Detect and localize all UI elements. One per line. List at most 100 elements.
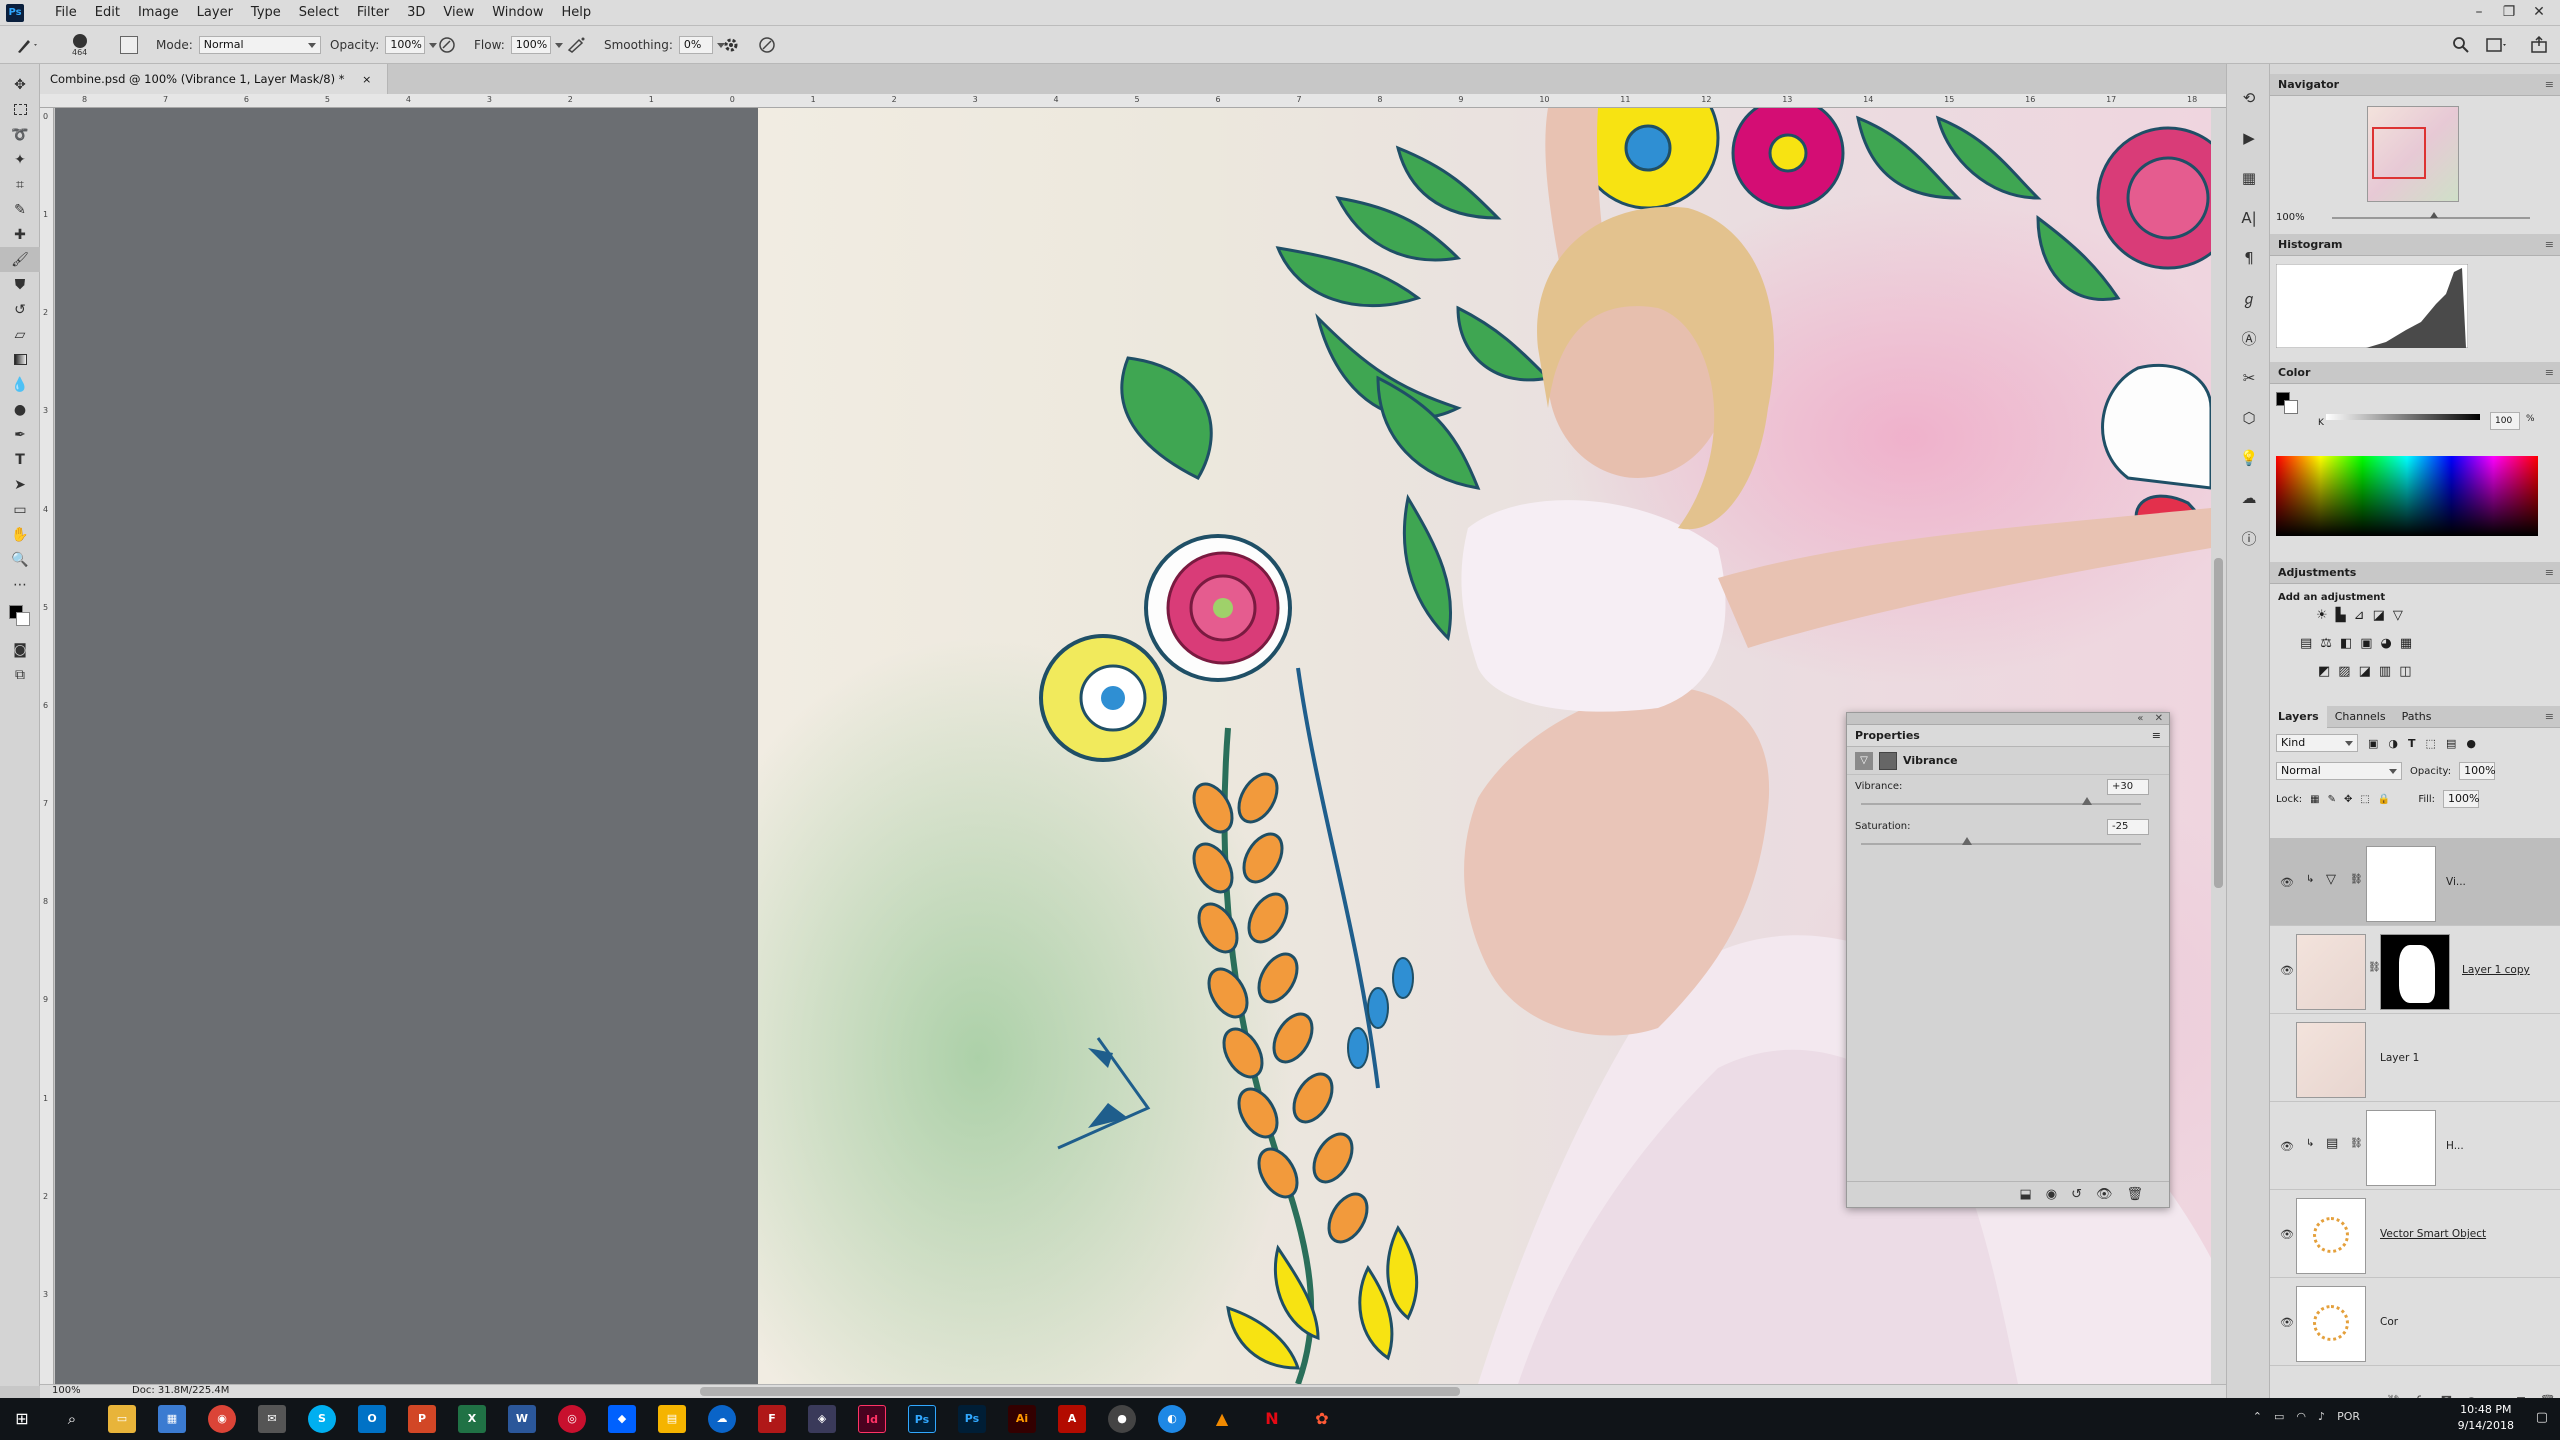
chrome-icon[interactable]: ◉ [208, 1405, 236, 1433]
threshold-icon[interactable]: ◪ [2359, 664, 2371, 679]
menu-window[interactable]: Window [483, 0, 552, 26]
vertical-scrollbar[interactable] [2211, 108, 2226, 1384]
lock-image-icon[interactable]: ✎ [2328, 794, 2336, 805]
menu-help[interactable]: Help [553, 0, 601, 26]
color-lookup-icon[interactable]: ▦ [2400, 636, 2412, 651]
view-previous-state-icon[interactable]: ◉ [2046, 1187, 2057, 1202]
blend-mode-select[interactable]: Normal [2276, 762, 2402, 780]
toggle-visibility-icon[interactable]: 👁 [2096, 1187, 2113, 1202]
healing-brush-tool-icon[interactable]: ✚ [0, 222, 40, 247]
eraser-tool-icon[interactable]: ▱ [0, 322, 40, 347]
menu-layer[interactable]: Layer [188, 0, 242, 26]
shape-filter-icon[interactable]: ⬚ [2426, 737, 2436, 750]
k-channel-value[interactable]: 100 [2490, 412, 2520, 430]
actions-play-icon[interactable]: ▶ [2227, 118, 2271, 158]
more-tools-icon[interactable]: ⋯ [0, 572, 40, 597]
opacity-dropdown-icon[interactable] [429, 42, 438, 48]
onedrive-icon[interactable]: ☁ [708, 1405, 736, 1433]
background-color-swatch[interactable] [2284, 400, 2298, 414]
vibrance-icon[interactable]: ▽ [2393, 608, 2403, 623]
histogram-menu-icon[interactable]: ≡ [2545, 234, 2554, 256]
file-explorer-icon[interactable]: ▭ [108, 1405, 136, 1433]
channel-mixer-icon[interactable]: ◕ [2381, 636, 2392, 651]
layer-thumbnail[interactable] [2296, 934, 2366, 1010]
properties-menu-icon[interactable]: ≡ [2152, 725, 2161, 747]
black-white-icon[interactable]: ◧ [2340, 636, 2352, 651]
outlook-icon[interactable]: O [358, 1405, 386, 1433]
flow-dropdown-icon[interactable] [554, 42, 563, 48]
character-styles-icon[interactable]: Ⓐ [2227, 318, 2271, 358]
rectangle-tool-icon[interactable]: ▭ [0, 497, 40, 522]
menu-image[interactable]: Image [129, 0, 188, 26]
3d-icon[interactable]: ⬡ [2227, 398, 2271, 438]
delete-adjustment-icon[interactable]: 🗑 [2126, 1187, 2143, 1202]
paragraph-icon[interactable]: ¶ [2227, 238, 2271, 278]
app-icon[interactable]: ◈ [808, 1405, 836, 1433]
color-swatches-icon[interactable] [0, 597, 40, 637]
smart-object-filter-icon[interactable]: ▤ [2446, 737, 2456, 750]
selective-color-icon[interactable]: ◫ [2399, 664, 2411, 679]
layer-name[interactable]: Vector Smart Object [2380, 1228, 2486, 1240]
layer-row-hue[interactable]: 👁 ↳ ▤ ⛓ H... [2270, 1102, 2560, 1190]
character-icon[interactable]: A| [2227, 198, 2271, 238]
layer-thumbnail[interactable] [2296, 1022, 2366, 1098]
layer-thumbnail[interactable] [2296, 1286, 2366, 1362]
layer-row-vibrance[interactable]: 👁 ↳ ▽ ⛓ Vi... [2270, 838, 2560, 926]
pixel-filter-icon[interactable]: ▣ [2368, 737, 2378, 750]
levels-icon[interactable]: ▙ [2336, 608, 2346, 623]
indesign-taskbar-icon[interactable]: Id [858, 1405, 886, 1433]
flow-input[interactable]: 100% [510, 36, 551, 54]
hue-saturation-icon[interactable]: ▤ [2300, 636, 2312, 651]
brush-tool-preset-icon[interactable] [14, 26, 40, 64]
dodge-tool-icon[interactable]: ● [0, 397, 40, 422]
share-icon[interactable] [2530, 26, 2548, 64]
clone-stamp-tool-icon[interactable]: ⛊ [0, 272, 40, 297]
gradient-map-icon[interactable]: ▥ [2379, 664, 2391, 679]
color-balance-icon[interactable]: ⚖ [2320, 636, 2332, 651]
posterize-icon[interactable]: ▨ [2338, 664, 2350, 679]
color-panel-header[interactable]: Color ≡ [2270, 362, 2560, 384]
quick-mask-icon[interactable]: ◙ [0, 637, 40, 662]
vibrance-adjustment-icon[interactable]: ▽ [1855, 751, 1873, 770]
adjustment-filter-icon[interactable]: ◑ [2388, 737, 2398, 750]
photo-filter-icon[interactable]: ▣ [2360, 636, 2372, 651]
menu-3d[interactable]: 3D [398, 0, 434, 26]
close-panel-icon[interactable]: ✕ [2155, 713, 2163, 724]
layer-name[interactable]: Layer 1 [2380, 1052, 2419, 1064]
language-label[interactable]: POR [2337, 1410, 2360, 1423]
layer-mask-thumbnail[interactable] [2366, 1110, 2436, 1186]
layer-name[interactable]: Layer 1 copy [2462, 964, 2530, 976]
mask-link-icon[interactable]: ⛓ [2350, 1138, 2363, 1149]
document-tab[interactable]: Combine.psd @ 100% (Vibrance 1, Layer Ma… [40, 64, 389, 94]
type-filter-icon[interactable]: T [2408, 737, 2416, 750]
files-icon[interactable]: ▤ [658, 1405, 686, 1433]
layer-row-layer-1-copy[interactable]: 👁 ⛓ Layer 1 copy [2270, 926, 2560, 1014]
lock-artboard-icon[interactable]: ⬚ [2360, 794, 2369, 805]
volume-icon[interactable]: ♪ [2318, 1410, 2325, 1423]
exposure-icon[interactable]: ◪ [2373, 608, 2385, 623]
timeline-icon[interactable]: 💡 [2227, 438, 2271, 478]
restore-icon[interactable]: ❐ [2494, 0, 2524, 26]
creative-cloud-icon[interactable]: ◎ [558, 1405, 586, 1433]
collapse-icon[interactable]: « [2137, 713, 2143, 724]
navigator-zoom-thumb[interactable] [2430, 212, 2438, 218]
visibility-eye-icon[interactable]: 👁 [2280, 1228, 2294, 1241]
visibility-eye-icon[interactable]: 👁 [2280, 964, 2294, 977]
lasso-tool-icon[interactable]: ➰ [0, 122, 40, 147]
saturation-input[interactable]: -25 [2107, 819, 2149, 835]
mask-link-icon[interactable]: ⛓ [2368, 962, 2381, 973]
menu-type[interactable]: Type [242, 0, 290, 26]
mode-select[interactable]: Normal [198, 36, 321, 54]
pressure-opacity-icon[interactable] [438, 26, 456, 64]
gradient-tool-icon[interactable] [0, 347, 40, 372]
brush-tool-icon[interactable]: 🖌 [0, 247, 40, 272]
type-tool-icon[interactable]: T [0, 447, 40, 472]
skype-icon[interactable]: S [308, 1405, 336, 1433]
menu-file[interactable]: File [46, 0, 86, 26]
dropbox-icon[interactable]: ◆ [608, 1405, 636, 1433]
layer-row-cor[interactable]: 👁 Cor [2270, 1278, 2560, 1366]
navigator-menu-icon[interactable]: ≡ [2545, 74, 2554, 96]
brush-preset-picker[interactable]: 464 [72, 26, 87, 64]
search-icon[interactable] [2452, 26, 2470, 64]
k-channel-slider[interactable] [2326, 414, 2480, 420]
